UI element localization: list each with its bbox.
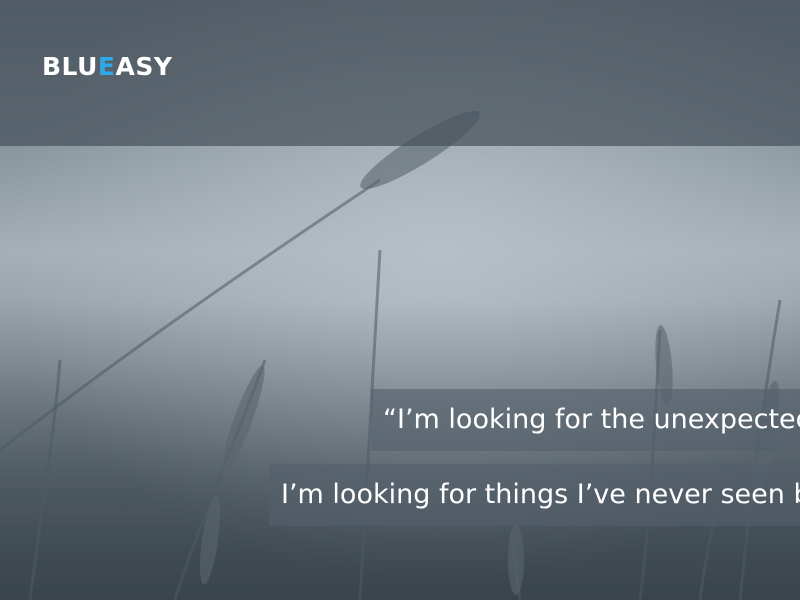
hero-quote-line-2: I’m looking for things I’ve never seen b… (269, 464, 800, 526)
logo-text-accent: E (97, 52, 116, 81)
logo-text-part-3: ASY (115, 52, 173, 81)
page: BLUEASY “I’m looking for the unexpected.… (0, 0, 800, 600)
brand-logo[interactable]: BLUEASY (42, 52, 172, 81)
site-header: BLUEASY (0, 0, 800, 146)
hero-quote-line-1: “I’m looking for the unexpected. (371, 389, 800, 451)
logo-text-part-1: BLU (42, 52, 98, 81)
